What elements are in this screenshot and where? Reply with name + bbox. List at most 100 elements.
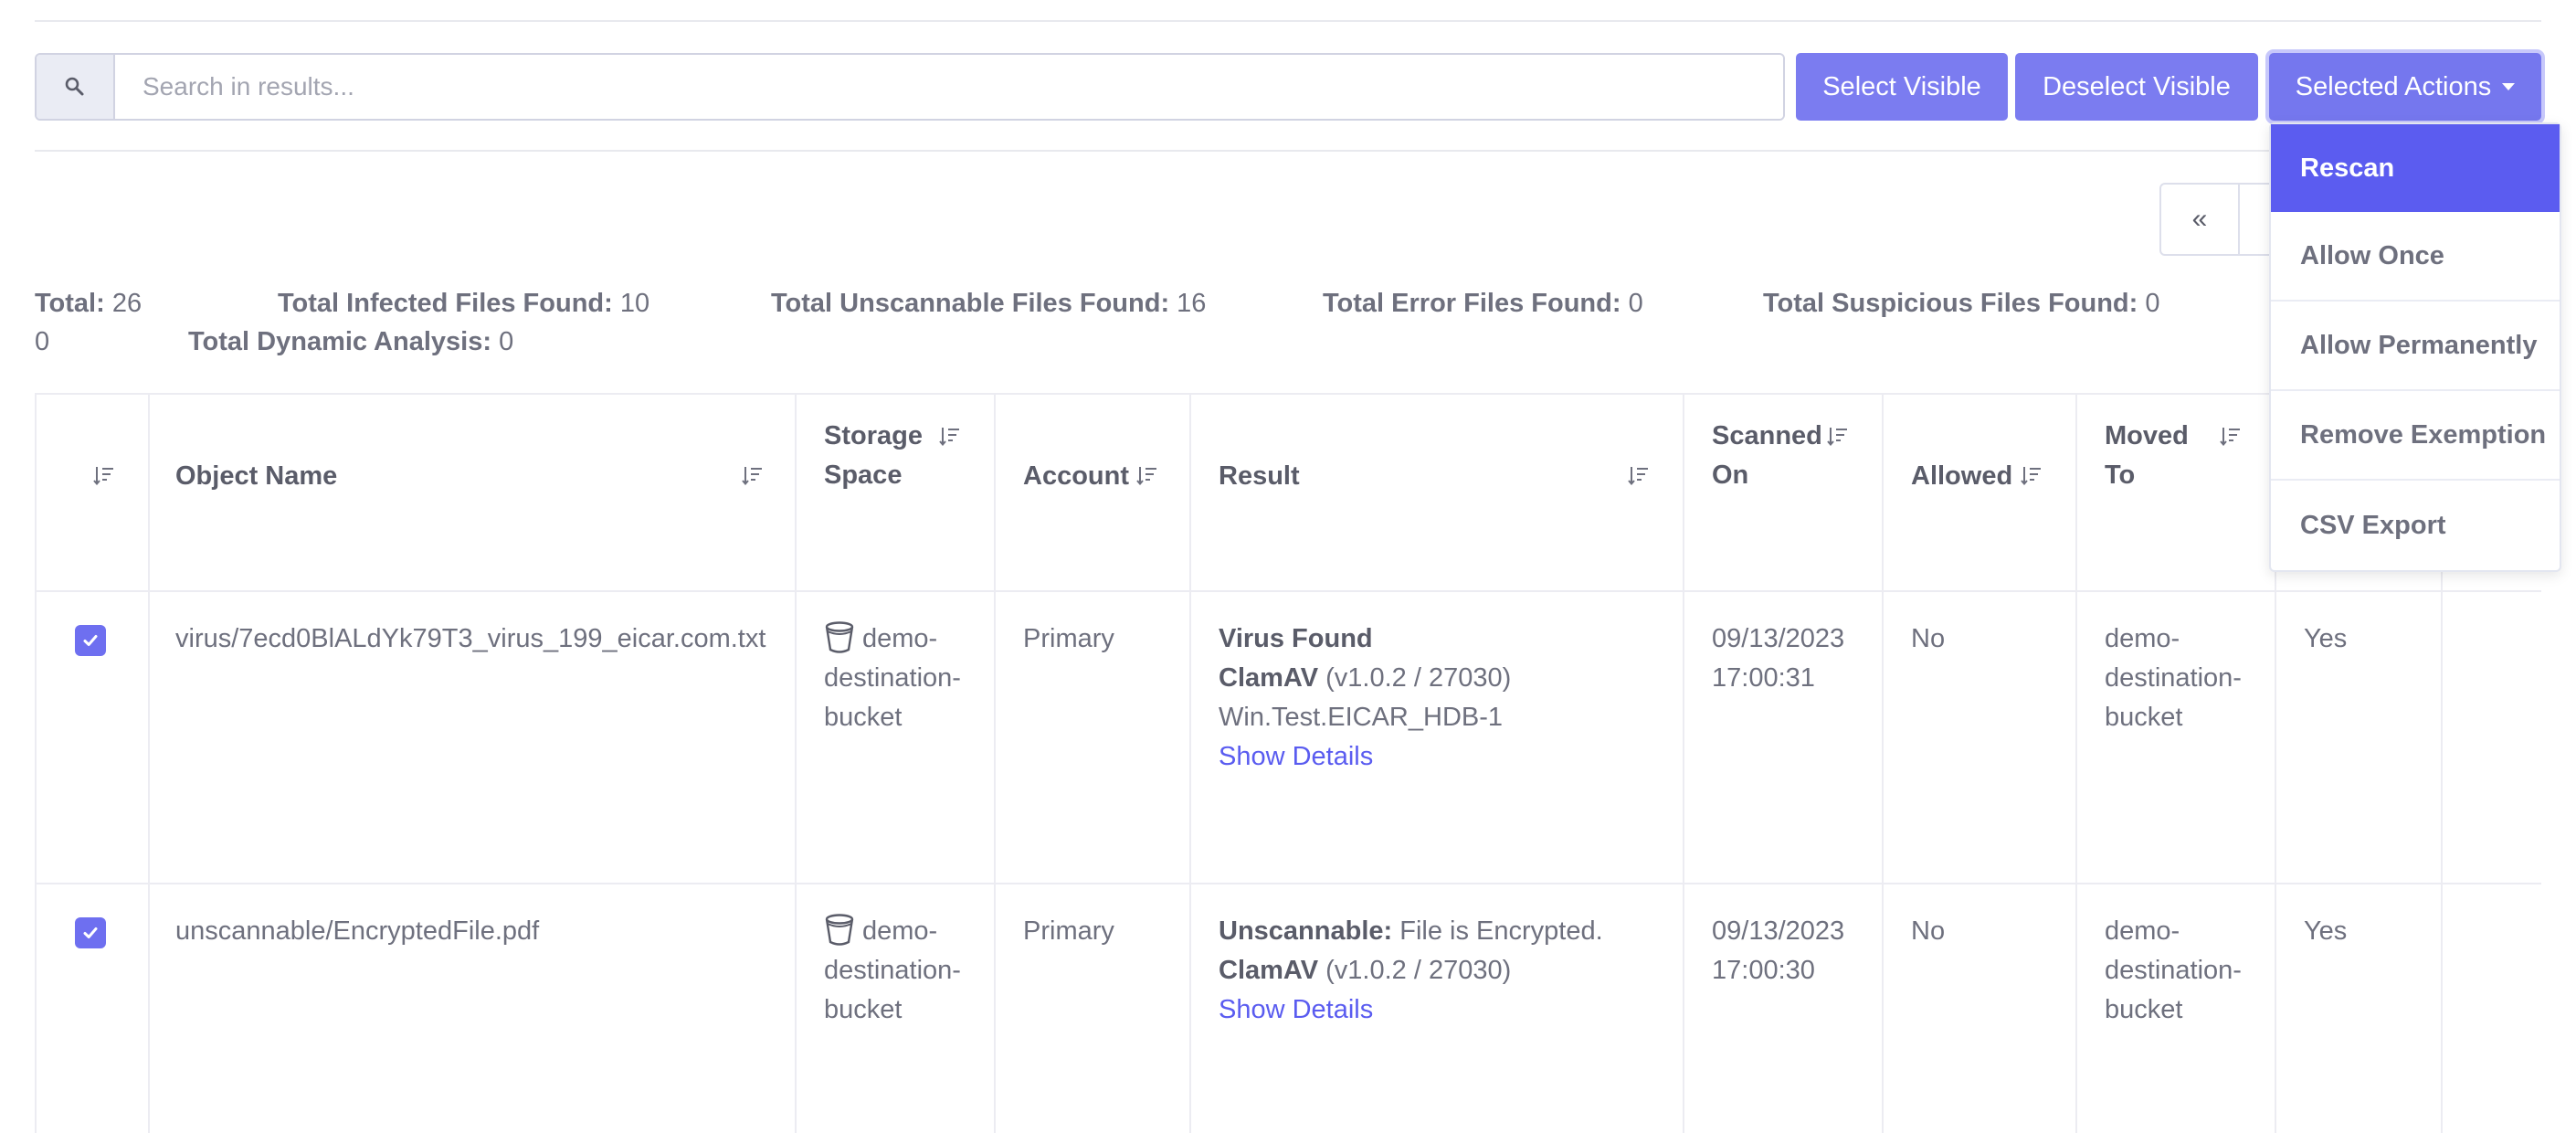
moved-to-cell: demo- destination- bucket bbox=[2105, 912, 2242, 1030]
scanned-date: 09/13/2023 bbox=[1712, 916, 1845, 946]
total-dynamic: Total Dynamic Analysis: 0 bbox=[188, 327, 513, 357]
column-storage-space-line1: Storage bbox=[824, 421, 923, 450]
search-input[interactable] bbox=[115, 55, 1783, 119]
column-account[interactable]: Account bbox=[1023, 457, 1129, 496]
col-divider bbox=[795, 393, 797, 1133]
column-result-label: Result bbox=[1219, 461, 1300, 491]
column-storage-space[interactable]: Storage Space bbox=[824, 417, 923, 495]
result-cell: Virus Found ClamAV (v1.0.2 / 27030) Win.… bbox=[1219, 619, 1511, 777]
col-divider bbox=[1683, 393, 1684, 1133]
result-title: Unscannable: bbox=[1219, 916, 1393, 946]
extra-cell: Yes bbox=[2304, 619, 2347, 659]
column-scanned-on-line1: Scanned bbox=[1712, 421, 1822, 450]
selected-actions-button[interactable]: Selected Actions bbox=[2269, 53, 2541, 121]
sort-icon[interactable] bbox=[742, 465, 764, 485]
sort-icon[interactable] bbox=[1136, 465, 1158, 485]
infected-value: 10 bbox=[619, 289, 650, 318]
allowed-value: No bbox=[1911, 916, 1946, 946]
menu-item-rescan[interactable]: Rescan bbox=[2271, 124, 2560, 212]
account-value: Primary bbox=[1023, 624, 1114, 653]
col-divider bbox=[1189, 393, 1191, 1133]
allowed-cell: No bbox=[1911, 912, 1945, 951]
sort-icon[interactable] bbox=[939, 426, 961, 446]
total-count: Total: 26 bbox=[35, 289, 142, 319]
sort-icon[interactable] bbox=[1628, 465, 1650, 485]
sort-icon[interactable] bbox=[93, 465, 115, 485]
object-name: unscannable/EncryptedFile.pdf bbox=[175, 916, 540, 946]
object-name-cell: unscannable/EncryptedFile.pdf bbox=[175, 912, 539, 951]
error-label: Total Error Files Found: bbox=[1323, 289, 1621, 318]
storage-line: demo- bbox=[862, 916, 938, 946]
scanned-date: 09/13/2023 bbox=[1712, 624, 1845, 653]
col-divider bbox=[994, 393, 996, 1133]
col-divider bbox=[1882, 393, 1884, 1133]
engine-name: ClamAV bbox=[1219, 956, 1319, 985]
moved-to-line: destination- bbox=[2105, 956, 2242, 985]
allowed-cell: No bbox=[1911, 619, 1945, 659]
show-details-link[interactable]: Show Details bbox=[1219, 990, 1603, 1030]
scanned-time: 17:00:31 bbox=[1712, 663, 1815, 693]
dynamic-value: 0 bbox=[499, 327, 514, 356]
selected-actions-label: Selected Actions bbox=[2295, 71, 2492, 101]
object-name: virus/7ecd0BlALdYk79T3_virus_199_eicar.c… bbox=[175, 624, 766, 653]
extra-value: Yes bbox=[2304, 916, 2348, 946]
column-moved-to-line1: Moved bbox=[2105, 421, 2189, 450]
deselect-visible-label: Deselect Visible bbox=[2043, 71, 2231, 101]
total-value-wrap: 0 bbox=[35, 327, 50, 356]
menu-item-remove-exemption[interactable]: Remove Exemption bbox=[2271, 391, 2560, 481]
top-divider bbox=[35, 20, 2541, 22]
sort-icon[interactable] bbox=[2021, 465, 2043, 485]
result-title: Virus Found bbox=[1219, 624, 1373, 653]
show-details-link[interactable]: Show Details bbox=[1219, 737, 1511, 777]
total-count-wrap: 0 bbox=[35, 327, 49, 357]
total-suspicious: Total Suspicious Files Found: 0 bbox=[1763, 289, 2160, 319]
pager-first-button[interactable]: « bbox=[2161, 185, 2240, 254]
menu-item-label: Allow Once bbox=[2300, 240, 2444, 270]
storage-cell: demo- bbox=[862, 619, 937, 659]
column-scanned-on[interactable]: Scanned On bbox=[1712, 417, 1822, 495]
sort-icon[interactable] bbox=[1827, 426, 1849, 446]
total-label: Total: bbox=[35, 289, 105, 318]
moved-to-line: demo- bbox=[2105, 624, 2180, 653]
caret-down-icon bbox=[2502, 83, 2516, 90]
extra-value: Yes bbox=[2304, 624, 2348, 653]
account-cell: Primary bbox=[1023, 619, 1114, 659]
column-result[interactable]: Result bbox=[1219, 457, 1300, 496]
signature: Win.Test.EICAR_HDB-1 bbox=[1219, 703, 1504, 732]
menu-item-label: Remove Exemption bbox=[2300, 419, 2547, 450]
column-moved-to[interactable]: Moved To bbox=[2105, 417, 2189, 495]
column-scanned-on-line2: On bbox=[1712, 461, 1749, 490]
menu-item-allow-once[interactable]: Allow Once bbox=[2271, 212, 2560, 302]
row-checkbox[interactable] bbox=[75, 917, 106, 948]
suspicious-label: Total Suspicious Files Found: bbox=[1763, 289, 2138, 318]
engine-name: ClamAV bbox=[1219, 663, 1319, 693]
storage-cell-cont: destination- bucket bbox=[824, 659, 961, 737]
col-divider bbox=[2075, 393, 2077, 1133]
sort-icon[interactable] bbox=[2220, 426, 2242, 446]
storage-line: destination- bbox=[824, 663, 961, 693]
menu-item-csv-export[interactable]: CSV Export bbox=[2271, 481, 2560, 570]
deselect-visible-button[interactable]: Deselect Visible bbox=[2015, 53, 2258, 121]
column-object-name-label: Object Name bbox=[175, 461, 338, 491]
dynamic-label: Total Dynamic Analysis: bbox=[188, 327, 491, 356]
allowed-value: No bbox=[1911, 624, 1946, 653]
menu-item-label: CSV Export bbox=[2300, 510, 2446, 540]
suspicious-value: 0 bbox=[2145, 289, 2160, 318]
storage-cell-cont: destination- bucket bbox=[824, 951, 961, 1030]
storage-line: bucket bbox=[824, 703, 903, 732]
scanned-on-cell: 09/13/2023 17:00:31 bbox=[1712, 619, 1844, 698]
row-checkbox[interactable] bbox=[75, 625, 106, 656]
column-allowed-label: Allowed bbox=[1911, 461, 2013, 491]
account-value: Primary bbox=[1023, 916, 1114, 946]
table-top-border bbox=[35, 393, 2541, 395]
engine-version: (v1.0.2 / 27030) bbox=[1325, 956, 1512, 985]
column-allowed[interactable]: Allowed bbox=[1911, 457, 2012, 496]
select-visible-button[interactable]: Select Visible bbox=[1796, 53, 2008, 121]
column-object-name[interactable]: Object Name bbox=[175, 457, 337, 496]
results-table: Object Name Storage Space Account Result bbox=[35, 393, 2541, 1133]
menu-item-allow-permanently[interactable]: Allow Permanently bbox=[2271, 302, 2560, 391]
moved-to-line: bucket bbox=[2105, 703, 2183, 732]
total-error: Total Error Files Found: 0 bbox=[1323, 289, 1643, 319]
bucket-icon bbox=[825, 914, 854, 946]
extra-cell: Yes bbox=[2304, 912, 2347, 951]
